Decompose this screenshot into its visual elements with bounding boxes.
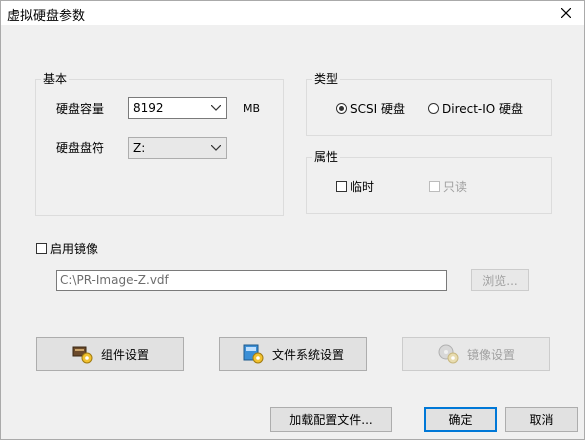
readonly-checkbox[interactable]: 只读 <box>429 178 467 195</box>
radio-scsi-indicator <box>336 103 347 114</box>
radio-directio-indicator <box>428 103 439 114</box>
dialog-window: 虚拟硬盘参数 基本 硬盘容量 8192 MB 硬盘盘符 Z: 类型 SCSI 硬… <box>0 0 585 440</box>
drive-letter-value: Z: <box>133 141 146 155</box>
load-config-button[interactable]: 加载配置文件... <box>270 407 392 432</box>
image-settings-label: 镜像设置 <box>466 347 515 362</box>
component-settings-label: 组件设置 <box>100 347 149 362</box>
capacity-label: 硬盘容量 <box>56 102 105 116</box>
drive-letter-label: 硬盘盘符 <box>56 141 105 155</box>
enable-image-checkbox-label: 启用镜像 <box>50 242 99 256</box>
attributes-group-legend: 属性 <box>312 150 341 164</box>
component-settings-button[interactable]: 组件设置 <box>36 337 184 371</box>
filesystem-settings-label: 文件系统设置 <box>271 347 344 362</box>
close-button[interactable] <box>548 1 584 25</box>
component-gear-icon <box>72 346 93 364</box>
window-title: 虚拟硬盘参数 <box>7 9 86 24</box>
filesystem-gear-icon <box>243 344 264 364</box>
image-gear-icon <box>438 344 459 364</box>
chevron-down-icon <box>211 145 221 151</box>
image-path-field[interactable] <box>56 270 447 291</box>
radio-directio[interactable]: Direct-IO 硬盘 <box>428 100 523 117</box>
drive-letter-combo[interactable]: Z: <box>128 137 227 159</box>
radio-directio-label: Direct-IO 硬盘 <box>442 102 524 116</box>
temporary-checkbox[interactable]: 临时 <box>336 178 374 195</box>
type-group-legend: 类型 <box>312 72 341 86</box>
enable-image-checkbox[interactable]: 启用镜像 <box>36 240 98 257</box>
capacity-combo[interactable]: 8192 <box>128 97 227 119</box>
filesystem-settings-button[interactable]: 文件系统设置 <box>219 337 367 371</box>
readonly-checkbox-box <box>429 181 440 192</box>
capacity-unit: MB <box>243 102 261 115</box>
cancel-button[interactable]: 取消 <box>505 407 578 432</box>
title-bar: 虚拟硬盘参数 <box>1 1 584 25</box>
close-icon <box>561 8 571 18</box>
browse-button[interactable]: 浏览... <box>471 269 529 291</box>
image-path-input[interactable] <box>60 273 440 287</box>
capacity-value: 8192 <box>133 101 164 115</box>
ok-button[interactable]: 确定 <box>424 407 497 432</box>
temporary-checkbox-label: 临时 <box>350 180 375 194</box>
radio-scsi[interactable]: SCSI 硬盘 <box>336 100 405 117</box>
temporary-checkbox-box <box>336 181 347 192</box>
basic-group-legend: 基本 <box>41 72 70 86</box>
enable-image-checkbox-box <box>36 243 47 254</box>
readonly-checkbox-label: 只读 <box>443 180 468 194</box>
image-settings-button[interactable]: 镜像设置 <box>402 337 550 371</box>
radio-scsi-label: SCSI 硬盘 <box>350 102 405 116</box>
chevron-down-icon <box>211 105 221 111</box>
